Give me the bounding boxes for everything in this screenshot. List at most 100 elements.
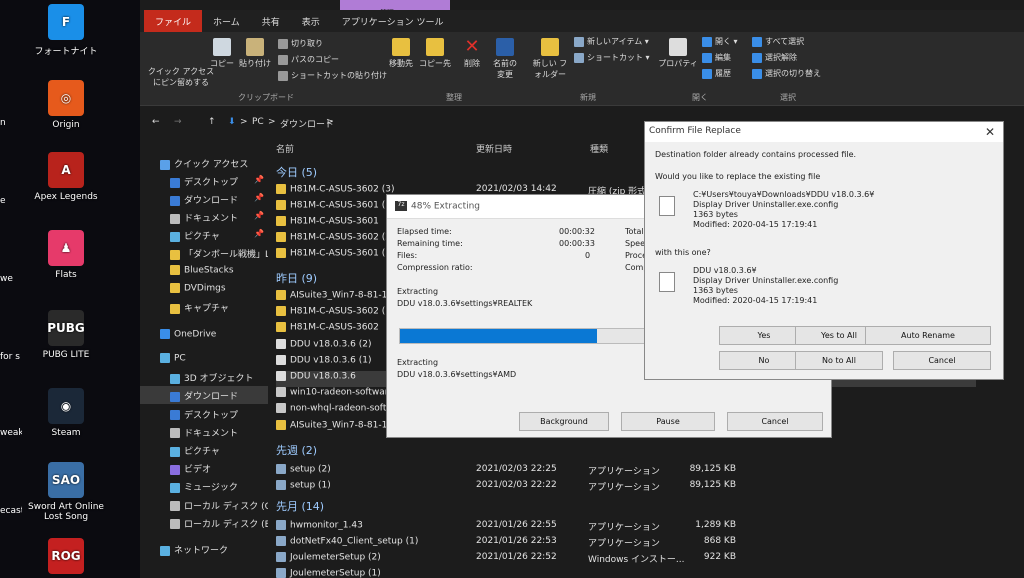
desktop-icon-label: Apex Legends [34, 192, 98, 202]
breadcrumb-pc[interactable]: PC [252, 117, 264, 127]
desktop-icon[interactable]: ROG [26, 538, 106, 578]
ribbon: クイック アクセス にピン留めする コピー 貼り付け 切り取り パスのコピー シ… [140, 32, 1024, 106]
nav-item[interactable]: ピクチャ [140, 441, 268, 459]
rename-label: 名前の 変更 [493, 59, 517, 79]
file-icon [276, 306, 286, 317]
confirm-message-2: Would you like to replace the existing f… [655, 172, 821, 181]
cancel-extract-button[interactable]: Cancel [727, 412, 823, 431]
new-item-button[interactable]: 新しいアイテム ▾ [574, 36, 649, 47]
delete-button[interactable]: ✕ 削除 [458, 38, 486, 69]
copy-path-button[interactable]: パスのコピー [278, 54, 339, 65]
tab-share[interactable]: 共有 [251, 10, 291, 32]
nav-item[interactable]: 「ダンボール戦機」L B [140, 244, 268, 262]
table-row[interactable]: JoulemeterSetup (2) 2021/01/26 22:52 Windo… [276, 552, 976, 568]
cancel-replace-button[interactable]: Cancel [893, 351, 991, 370]
group-header[interactable]: 昨日 (9) [276, 270, 317, 286]
elapsed-value: 00:00:32 [559, 227, 595, 236]
invert-selection-button[interactable]: 選択の切り替え [752, 68, 821, 79]
nav-item[interactable]: ネットワーク [140, 540, 268, 558]
copy-button[interactable]: コピー [210, 38, 234, 69]
copy-to-icon [426, 38, 444, 56]
close-icon[interactable]: ✕ [985, 125, 995, 139]
background-button[interactable]: Background [519, 412, 609, 431]
no-to-all-button[interactable]: No to All [795, 351, 883, 370]
nav-item-label: BlueStacks [184, 265, 234, 276]
properties-button[interactable]: プロパティ [658, 38, 698, 69]
group-header[interactable]: 今日 (5) [276, 164, 317, 180]
file-name: H81M-C-ASUS-3601 (1) [276, 200, 395, 211]
file-name-text: DDU v18.0.3.6 [290, 371, 356, 382]
select-none-button[interactable]: 選択解除 [752, 52, 797, 63]
copy-to-button[interactable]: コピー先 [418, 38, 452, 69]
move-to-button[interactable]: 移動先 [384, 38, 418, 69]
properties-icon [669, 38, 687, 56]
table-row[interactable]: setup (1) 2021/02/03 22:22 アプリケーション 89,125 … [276, 480, 976, 496]
nav-item[interactable]: ローカル ディスク (E:) [140, 514, 268, 532]
desktop-icon[interactable]: ◉ Steam [26, 388, 106, 438]
nav-item[interactable]: DVDimgs [140, 280, 268, 298]
nav-item[interactable]: キャプチャ [140, 298, 268, 316]
table-row[interactable]: dotNetFx40_Client_setup (1) 2021/01/26 22… [276, 536, 976, 552]
column-date[interactable]: 更新日時 [476, 142, 512, 155]
desktop-icon[interactable]: ◎ Origin [26, 80, 106, 130]
tab-view[interactable]: 表示 [291, 10, 331, 32]
nav-item-label: ローカル ディスク (C:) [184, 501, 268, 512]
paste-label: 貼り付け [239, 59, 271, 68]
nav-item[interactable]: OneDrive [140, 326, 268, 344]
table-row[interactable]: setup (2) 2021/02/03 22:25 アプリケーション 89,125 … [276, 464, 976, 480]
nav-item-label: デスクトップ [184, 178, 239, 188]
file-type: アプリケーション [588, 539, 660, 549]
history-button[interactable]: 履歴 [702, 68, 731, 79]
group-header[interactable]: 先月 (14) [276, 498, 324, 514]
back-button[interactable]: ← [152, 117, 160, 127]
nav-item[interactable]: PC [140, 350, 268, 368]
nav-item[interactable]: BlueStacks [140, 262, 268, 280]
column-type[interactable]: 種類 [590, 142, 608, 155]
forward-button[interactable]: → [174, 117, 182, 127]
confirm-message-1: Destination folder already contains proc… [655, 150, 857, 159]
up-button[interactable]: ↑ [208, 117, 216, 127]
7zip-icon: 7z [395, 201, 407, 211]
rename-button[interactable]: 名前の 変更 [490, 38, 520, 80]
extract-path-2: DDU v18.0.3.6¥settings¥AMD [397, 370, 517, 379]
edit-button[interactable]: 編集 [702, 52, 731, 63]
table-row[interactable]: hwmonitor_1.43 2021/01/26 22:55 アプリケーション 1,… [276, 520, 976, 536]
shortcut-button[interactable]: ショートカット ▾ [574, 52, 650, 63]
desktop-icon[interactable]: SAO Sword Art Online Lost Song [26, 462, 106, 522]
paste-shortcut-button[interactable]: ショートカットの貼り付け [278, 70, 387, 81]
file-name: DDU v18.0.3.6 [276, 371, 356, 382]
pin-quick-access-button[interactable]: クイック アクセス にピン留めする [146, 66, 216, 88]
nav-item[interactable]: ミュージック [140, 477, 268, 495]
nav-item[interactable]: ドキュメント [140, 423, 268, 441]
cut-button[interactable]: 切り取り [278, 38, 323, 49]
open-button[interactable]: 開く ▾ [702, 36, 738, 47]
desktop-icon[interactable]: F フォートナイト [26, 4, 106, 57]
table-row[interactable]: JoulemeterSetup (1) [276, 568, 976, 578]
group-header[interactable]: 先週 (2) [276, 442, 317, 458]
nav-item[interactable]: クイック アクセス [140, 154, 268, 172]
desktop-icon[interactable]: ♟ Flats [26, 230, 106, 280]
new-folder-button[interactable]: 新しい フォルダー [532, 38, 568, 80]
nav-item[interactable]: デスクトップ [140, 405, 268, 423]
nav-item[interactable]: 3D オブジェクト [140, 368, 268, 386]
file-icon [276, 232, 286, 242]
paste-button[interactable]: 貼り付け [238, 38, 272, 69]
tab-home[interactable]: ホーム [202, 10, 251, 32]
tab-app-tools[interactable]: アプリケーション ツール [331, 10, 455, 32]
nav-item[interactable]: ピクチャ 📌 [140, 226, 268, 244]
nav-item[interactable]: ダウンロード [140, 386, 268, 405]
nav-item[interactable]: ドキュメント 📌 [140, 208, 268, 226]
column-name[interactable]: 名前 [276, 142, 294, 155]
pause-button[interactable]: Pause [621, 412, 715, 431]
nav-item[interactable]: ダウンロード 📌 [140, 190, 268, 208]
auto-rename-button[interactable]: Auto Rename [865, 326, 991, 345]
nav-item[interactable]: ローカル ディスク (C:) [140, 496, 268, 514]
nav-item[interactable]: デスクトップ 📌 [140, 172, 268, 190]
title-manage-tab[interactable]: 管理 [340, 0, 450, 17]
tab-file[interactable]: ファイル [144, 10, 203, 32]
select-all-button[interactable]: すべて選択 [752, 36, 804, 47]
desktop-icon[interactable]: A Apex Legends [26, 152, 106, 202]
nav-item[interactable]: ビデオ [140, 459, 268, 477]
file-type: Windows インストー... [588, 555, 685, 565]
desktop-icon[interactable]: PUBG PUBG LITE [26, 310, 106, 360]
